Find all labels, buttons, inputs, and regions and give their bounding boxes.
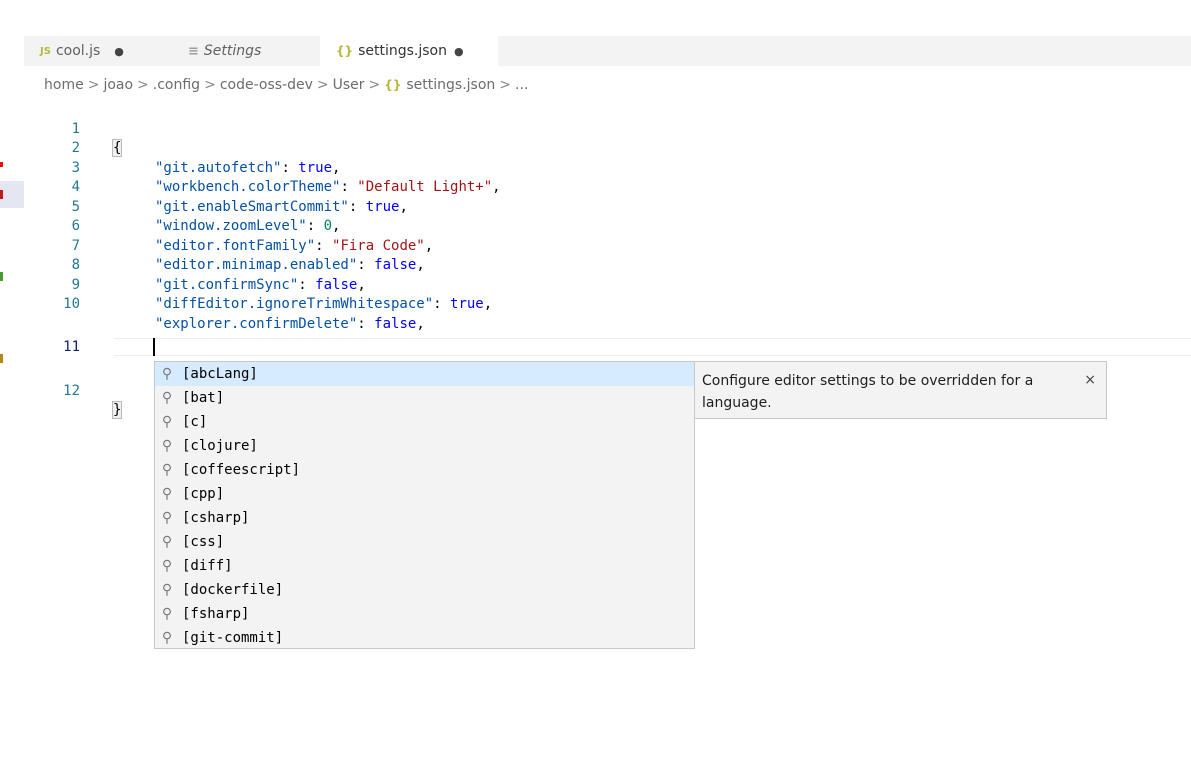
suggestion-item[interactable]: ⚲ [c] xyxy=(155,410,694,434)
suggestion-item[interactable]: ⚲ [abcLang] xyxy=(155,362,694,386)
breadcrumb-item-file[interactable]: settings.json xyxy=(406,77,495,93)
suggestion-item[interactable]: ⚲ [git-commit] xyxy=(155,626,694,650)
breadcrumb-item-home[interactable]: home xyxy=(44,77,84,93)
code-line: 2 "git.autofetch": true, xyxy=(24,120,1191,176)
tab-settings-json[interactable]: {} settings.json ● xyxy=(320,36,498,66)
breadcrumb-item-code-oss-dev[interactable]: code-oss-dev xyxy=(220,77,313,93)
code-line: 6 "editor.fontFamily": "Fira Code", xyxy=(24,198,1191,254)
line-number: 12 xyxy=(63,382,80,399)
suggestion-label: [cpp] xyxy=(182,486,225,502)
activity-bar-edge xyxy=(0,0,24,776)
breadcrumb-item-symbols[interactable]: ... xyxy=(515,77,528,93)
suggestion-label: [diff] xyxy=(182,558,233,574)
code-line: 5 "window.zoomLevel": 0, xyxy=(24,178,1191,235)
setting-value: true xyxy=(450,296,484,312)
code-line: 3 "workbench.colorTheme": "Default Light… xyxy=(24,139,1191,196)
decoration-mark-2 xyxy=(0,190,3,199)
unsaved-dot-icon[interactable]: ● xyxy=(454,45,464,58)
wrench-icon: ⚲ xyxy=(161,390,173,406)
wrench-icon: ⚲ xyxy=(161,366,173,382)
wrench-icon: ⚲ xyxy=(161,534,173,550)
line-number: 11 xyxy=(63,339,80,355)
chevron-right-icon: > xyxy=(316,77,329,93)
suggestion-description: Configure editor settings to be overridd… xyxy=(702,373,1034,411)
suggestion-item[interactable]: ⚲ [clojure] xyxy=(155,434,694,458)
suggestion-label: [git-commit] xyxy=(182,630,284,646)
chevron-right-icon: > xyxy=(499,77,512,93)
wrench-icon: ⚲ xyxy=(161,486,173,502)
tab-label: cool.js xyxy=(55,43,101,59)
unsaved-dot-icon[interactable]: ● xyxy=(114,45,124,58)
settings-editor-icon: ≡ xyxy=(188,43,199,59)
chevron-right-icon: > xyxy=(87,77,100,93)
suggest-widget: ⚲ [abcLang] ⚲ [bat] ⚲ [c] ⚲ [clojure] ⚲ [coff… xyxy=(154,361,695,649)
suggestion-label: [clojure] xyxy=(182,438,258,454)
activity-bar-selected-item[interactable] xyxy=(0,181,24,208)
suggestion-label: [abcLang] xyxy=(182,366,258,382)
suggestion-item[interactable]: ⚲ [csharp] xyxy=(155,506,694,530)
chevron-right-icon: > xyxy=(137,77,149,93)
suggestion-label: [coffeescript] xyxy=(182,462,301,478)
javascript-file-icon: JS xyxy=(40,45,51,57)
tab-label: Settings xyxy=(203,43,262,59)
suggestion-label: [css] xyxy=(182,534,225,550)
breadcrumb-item-config[interactable]: .config xyxy=(153,77,200,93)
chevron-right-icon: > xyxy=(368,77,381,93)
breadcrumb-item-joao[interactable]: joao xyxy=(103,77,133,93)
wrench-icon: ⚲ xyxy=(161,414,173,430)
suggestion-item[interactable]: ⚲ [bat] xyxy=(155,386,694,410)
suggestion-item[interactable]: ⚲ [dockerfile] xyxy=(155,578,694,602)
decoration-mark-4 xyxy=(0,354,3,363)
setting-key: "diffEditor.ignoreTrimWhitespace" xyxy=(155,296,434,312)
wrench-icon: ⚲ xyxy=(161,606,173,622)
tab-label: settings.json xyxy=(358,43,447,59)
suggestion-label: [fsharp] xyxy=(182,606,250,622)
json-file-icon: {} xyxy=(336,44,354,58)
suggest-details-pane: Configure editor settings to be overridd… xyxy=(694,361,1107,419)
code-line: 9 "diffEditor.ignoreTrimWhitespace": tru… xyxy=(24,256,1191,313)
json-file-icon: {} xyxy=(384,78,402,92)
line-number: 10 xyxy=(63,296,80,312)
code-line: 4 "git.enableSmartCommit": true, xyxy=(24,159,1191,215)
text-cursor xyxy=(153,338,155,356)
suggestion-label: [c] xyxy=(182,414,208,430)
code-line: 1 { xyxy=(24,100,1191,157)
breadcrumb: home > joao > .config > code-oss-dev > U… xyxy=(44,75,528,95)
suggestion-item[interactable]: ⚲ [diff] xyxy=(155,554,694,578)
suggestion-item[interactable]: ⚲ [coffeescript] xyxy=(155,458,694,482)
setting-key: "explorer.confirmDelete" xyxy=(155,315,358,332)
wrench-icon: ⚲ xyxy=(161,630,173,646)
suggestion-label: [dockerfile] xyxy=(182,582,284,598)
wrench-icon: ⚲ xyxy=(161,582,173,598)
wrench-icon: ⚲ xyxy=(161,558,173,574)
tab-bar: JS cool.js ● ≡ Settings {} settings.json… xyxy=(24,36,1191,66)
wrench-icon: ⚲ xyxy=(161,462,173,478)
decoration-mark-3 xyxy=(0,272,3,281)
suggestion-item[interactable]: ⚲ [fsharp] xyxy=(155,602,694,626)
tab-cool-js[interactable]: JS cool.js ● xyxy=(24,36,172,66)
code-line-current: 11 xyxy=(24,338,1191,358)
suggestion-label: [csharp] xyxy=(182,510,250,526)
decoration-mark-1 xyxy=(0,162,3,167)
code-line: 8 "git.confirmSync": false, xyxy=(24,237,1191,293)
breadcrumb-item-user[interactable]: User xyxy=(333,77,365,93)
wrench-icon: ⚲ xyxy=(161,438,173,454)
tab-settings[interactable]: ≡ Settings xyxy=(172,36,320,66)
suggestion-label: [bat] xyxy=(182,390,225,406)
chevron-right-icon: > xyxy=(204,77,216,93)
setting-value: false xyxy=(374,315,417,332)
suggestion-item[interactable]: ⚲ [css] xyxy=(155,530,694,554)
close-brace: } xyxy=(111,401,123,419)
close-icon[interactable]: × xyxy=(1084,369,1096,391)
code-line: 7 "editor.minimap.enabled": false, xyxy=(24,217,1191,274)
code-line: 10 "explorer.confirmDelete": false, xyxy=(24,276,1191,332)
suggestion-item[interactable]: ⚲ [cpp] xyxy=(155,482,694,506)
wrench-icon: ⚲ xyxy=(161,510,173,526)
